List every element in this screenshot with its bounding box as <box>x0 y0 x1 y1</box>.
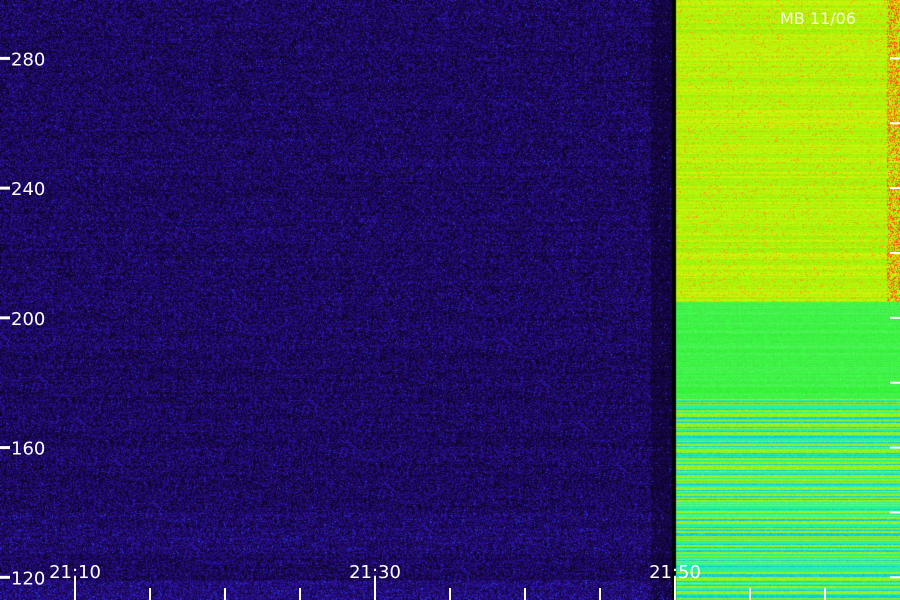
x-tick-label: 21:10 <box>49 562 101 583</box>
x-axis: 21:10 21:30 21:50 <box>49 562 826 600</box>
y-tick-label: 200 <box>11 309 45 330</box>
x-tick-label: 21:30 <box>349 562 401 583</box>
y-tick-label: 280 <box>11 49 45 70</box>
y-tick-label: 240 <box>11 179 45 200</box>
y-tick-label: 160 <box>11 439 45 460</box>
y-axis: 120 160 200 240 280 <box>0 49 45 589</box>
station-label: MB 11/06 <box>780 9 856 28</box>
x-tick-label: 21:50 <box>649 562 701 583</box>
y-tick-label: 120 <box>11 568 45 589</box>
y-axis-right-ticks <box>890 57 900 579</box>
axes-overlay: 120 160 200 240 280 21:10 21:30 21:50 MB 11/06 <box>0 9 900 600</box>
